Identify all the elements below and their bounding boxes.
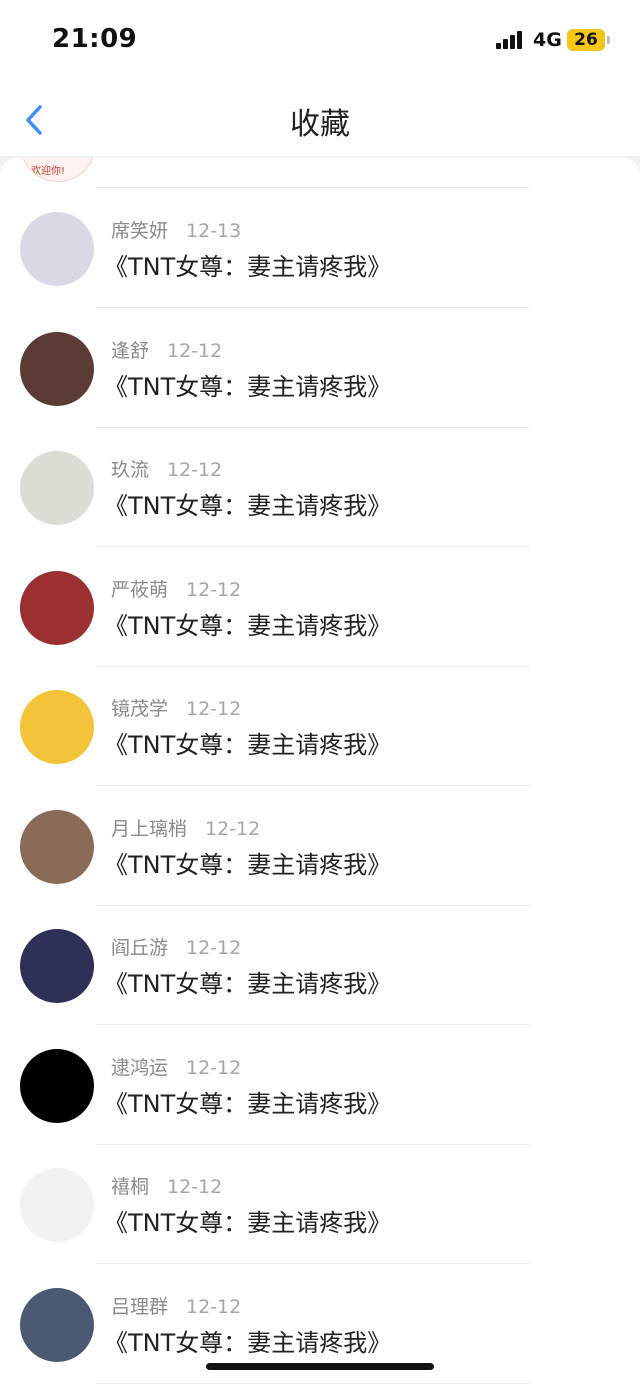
network-type: 4G: [533, 29, 562, 51]
user-name[interactable]: 月上璃梢 12-12: [111, 814, 260, 841]
avatar[interactable]: [20, 1287, 94, 1362]
book-title[interactable]: 《TNT女尊：妻主请疼我》: [104, 725, 391, 760]
user-name-text[interactable]: 严莜萌: [111, 579, 168, 601]
status-time: 21:09: [52, 24, 138, 54]
list-item[interactable]: 阎丘游 12-12 《TNT女尊：妻主请疼我》: [0, 906, 640, 1025]
date-label: 12-12: [167, 1176, 223, 1198]
user-name[interactable]: 禧桐 12-12: [111, 1172, 222, 1199]
nav-bar: 收藏: [0, 84, 640, 156]
list-item[interactable]: 镜茂学 12-12 《TNT女尊：妻主请疼我》: [0, 667, 640, 786]
book-title[interactable]: 《TNT女尊：妻主请疼我》: [104, 1323, 391, 1358]
date-label: 12-12: [167, 459, 223, 481]
avatar[interactable]: [20, 690, 94, 764]
avatar[interactable]: [20, 212, 94, 286]
list-item[interactable]: 席笑妍 12-13 《TNT女尊：妻主请疼我》: [0, 189, 640, 308]
book-title[interactable]: 《TNT女尊：妻主请疼我》: [104, 1084, 391, 1119]
user-name-text[interactable]: 镜茂学: [111, 698, 168, 720]
avatar[interactable]: [20, 1048, 94, 1123]
user-name-text[interactable]: 席笑妍: [111, 220, 168, 242]
book-title[interactable]: 《TNT女尊：妻主请疼我》: [104, 606, 391, 641]
list-item[interactable]: 逮鸿运 12-12 《TNT女尊：妻主请疼我》: [0, 1026, 640, 1145]
date-label: 12-12: [186, 1056, 242, 1079]
user-name-text[interactable]: 阎丘游: [111, 937, 168, 959]
avatar[interactable]: [20, 809, 94, 884]
date-label: 12-12: [205, 817, 261, 840]
user-name-text[interactable]: 玖流: [111, 459, 149, 481]
date-label: 12-13: [186, 220, 242, 242]
status-bar: 21:09 4G 26: [0, 0, 640, 84]
user-name-text[interactable]: 月上璃梢: [111, 818, 187, 840]
book-title[interactable]: 《TNT女尊：妻主请疼我》: [104, 486, 391, 521]
avatar[interactable]: [20, 570, 94, 645]
signal-icon: [496, 31, 524, 49]
avatar[interactable]: [20, 929, 94, 1003]
user-name[interactable]: 镜茂学 12-12: [111, 694, 241, 721]
user-name-text[interactable]: 逢舒: [111, 340, 149, 362]
battery-icon: 26: [567, 29, 605, 51]
favorites-list: 欢迎你! 席笑妍 12-13 《TNT女尊：妻主请疼我》 逢舒 12-12 《TNT女尊：…: [0, 158, 640, 1385]
user-name-text[interactable]: 禧桐: [111, 1176, 149, 1198]
user-name-text[interactable]: 吕理群: [111, 1296, 168, 1318]
user-name[interactable]: 逢舒 12-12: [111, 336, 222, 363]
list-item[interactable]: 严莜萌 12-12 《TNT女尊：妻主请疼我》: [0, 548, 640, 667]
list-item[interactable]: 月上璃梢 12-12 《TNT女尊：妻主请疼我》: [0, 787, 640, 906]
list-item[interactable]: 逢舒 12-12 《TNT女尊：妻主请疼我》: [0, 309, 640, 428]
avatar[interactable]: [20, 331, 94, 406]
list-item[interactable]: 禧桐 12-12 《TNT女尊：妻主请疼我》: [0, 1145, 640, 1264]
list-item-partial[interactable]: 欢迎你!: [0, 158, 640, 188]
list-item[interactable]: 玖流 12-12 《TNT女尊：妻主请疼我》: [0, 428, 640, 547]
user-name[interactable]: 阎丘游 12-12: [111, 933, 241, 960]
divider: [96, 1382, 530, 1384]
date-label: 12-12: [186, 937, 242, 959]
book-title[interactable]: 《TNT女尊：妻主请疼我》: [104, 1203, 391, 1238]
home-indicator: [206, 1363, 434, 1370]
book-title[interactable]: 《TNT女尊：妻主请疼我》: [104, 367, 391, 402]
avatar: 欢迎你!: [20, 158, 96, 182]
avatar-text: 欢迎你!: [31, 166, 66, 177]
book-title[interactable]: 《TNT女尊：妻主请疼我》: [104, 845, 391, 880]
user-name[interactable]: 逮鸿运 12-12: [111, 1053, 241, 1080]
user-name[interactable]: 吕理群 12-12: [111, 1292, 241, 1319]
battery-tip: [607, 36, 610, 44]
date-label: 12-12: [167, 339, 223, 362]
divider: [96, 187, 530, 188]
date-label: 12-12: [186, 698, 242, 720]
date-label: 12-12: [186, 578, 242, 601]
book-title[interactable]: 《TNT女尊：妻主请疼我》: [104, 247, 391, 282]
avatar[interactable]: [20, 451, 94, 525]
user-name[interactable]: 玖流 12-12: [111, 455, 222, 482]
user-name[interactable]: 席笑妍 12-13: [111, 216, 241, 243]
date-label: 12-12: [186, 1295, 242, 1318]
avatar[interactable]: [20, 1168, 94, 1242]
page-title: 收藏: [290, 107, 350, 142]
book-title[interactable]: 《TNT女尊：妻主请疼我》: [104, 964, 391, 999]
user-name-text[interactable]: 逮鸿运: [111, 1057, 168, 1079]
user-name[interactable]: 严莜萌 12-12: [111, 575, 241, 602]
